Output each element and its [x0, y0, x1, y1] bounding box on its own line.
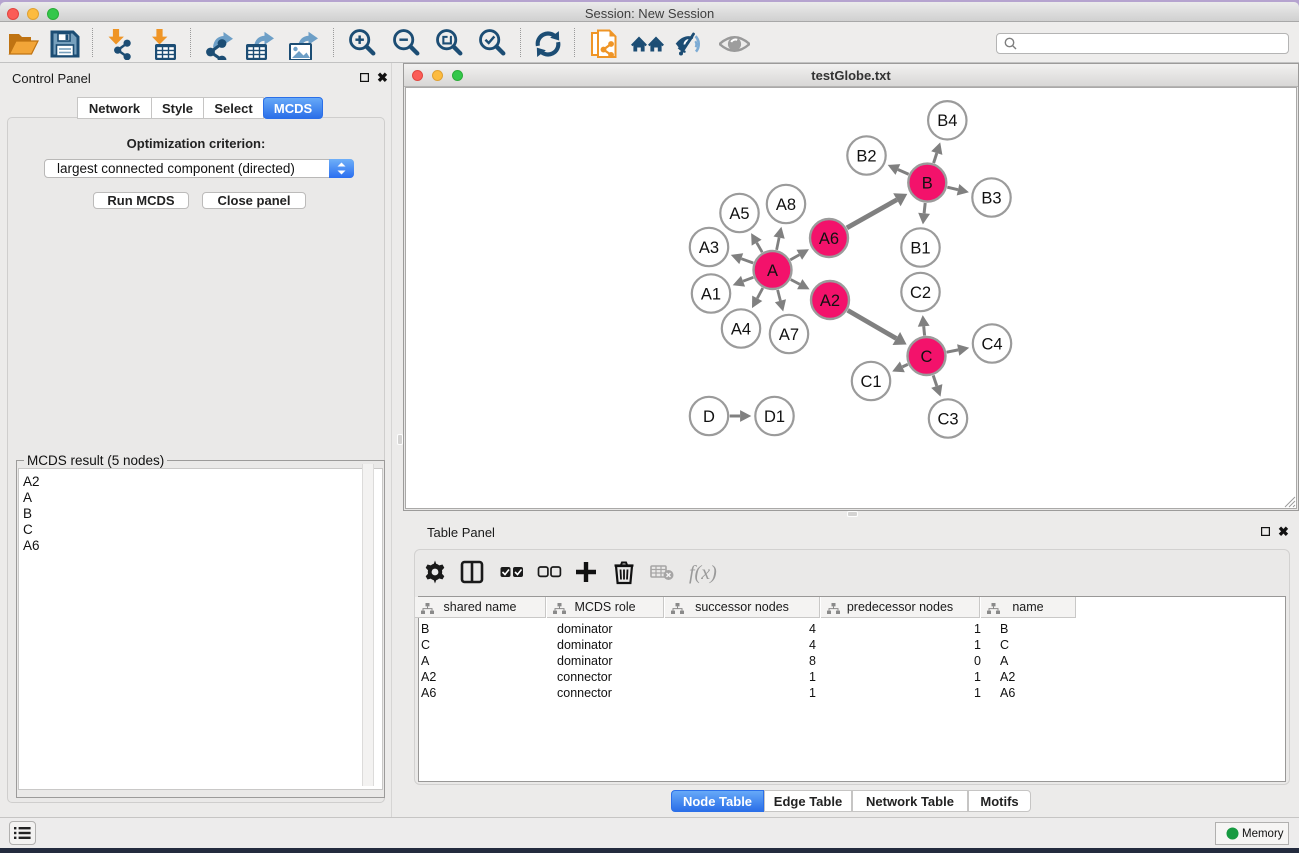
svg-text:D: D [703, 408, 715, 426]
svg-text:D1: D1 [764, 408, 785, 426]
svg-text:C3: C3 [937, 410, 958, 428]
svg-text:A1: A1 [701, 285, 721, 303]
svg-text:A: A [767, 262, 778, 280]
svg-text:f(x): f(x) [689, 562, 717, 584]
svg-text:A6: A6 [819, 230, 839, 248]
svg-text:B4: B4 [937, 112, 957, 130]
svg-text:C2: C2 [910, 284, 931, 302]
svg-text:C: C [921, 348, 933, 366]
svg-text:A8: A8 [776, 196, 796, 214]
svg-text:B: B [922, 174, 933, 192]
svg-text:B2: B2 [856, 147, 876, 165]
svg-text:A4: A4 [731, 320, 751, 338]
svg-text:A3: A3 [699, 239, 719, 257]
svg-text:A2: A2 [820, 292, 840, 310]
svg-text:A7: A7 [779, 326, 799, 344]
svg-text:C4: C4 [981, 335, 1002, 353]
svg-text:B3: B3 [981, 189, 1001, 207]
svg-text:A5: A5 [729, 205, 749, 223]
svg-text:C1: C1 [860, 373, 881, 391]
svg-text:B1: B1 [910, 239, 930, 257]
